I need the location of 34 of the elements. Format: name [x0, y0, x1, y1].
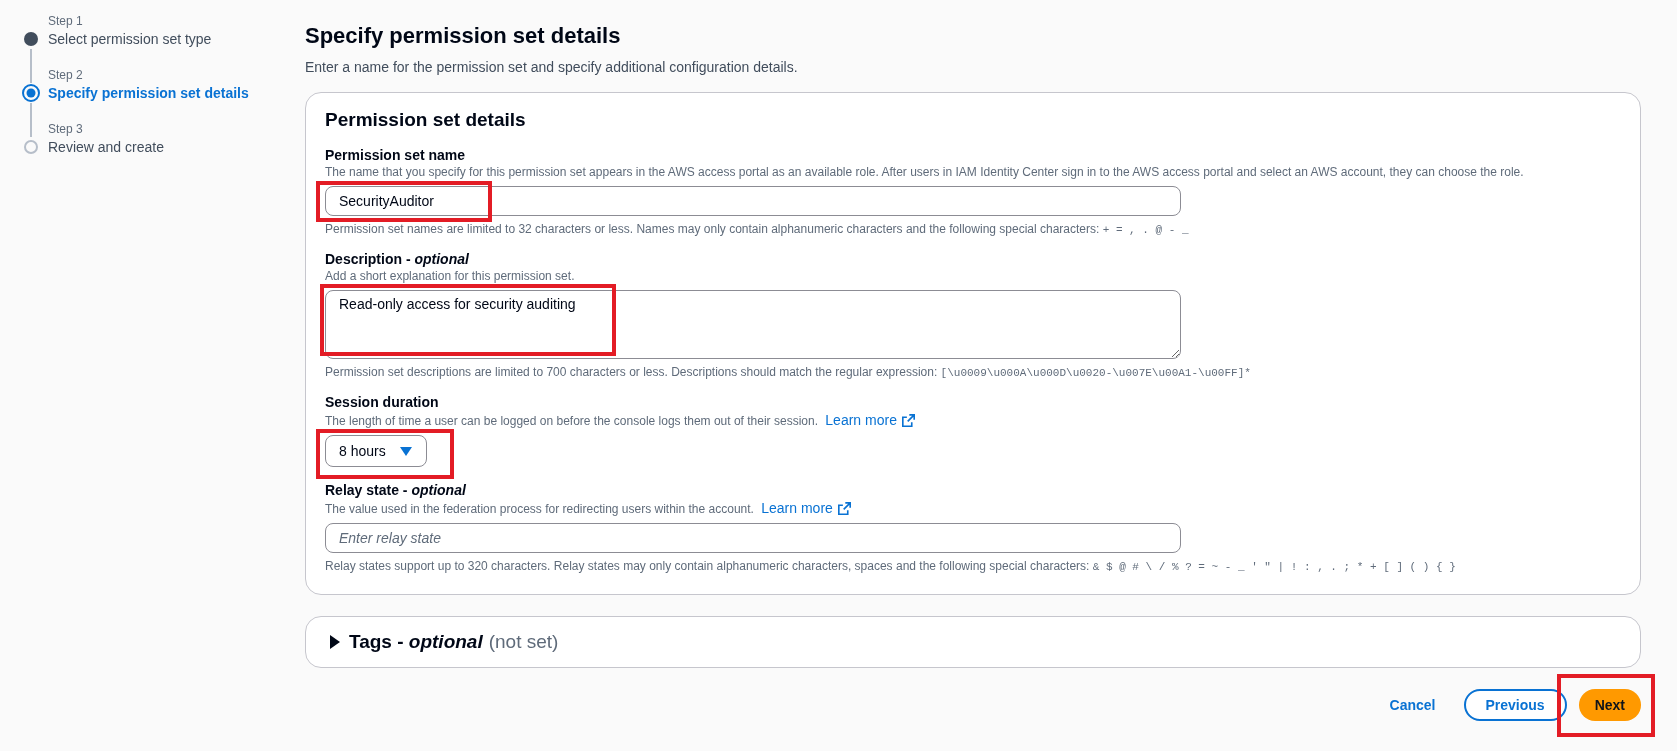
- secondary-button[interactable]: Previous: [1463, 689, 1567, 721]
- field-hint: Add a short explanation for this permission set.: [325, 268, 576, 284]
- step-number: Step 3: [48, 121, 84, 137]
- expand-section-header[interactable]: Tags - optional (not set): [330, 629, 559, 655]
- field-hint: The length of time a user can be logged on before the console logs them out of their session. Learn more: [325, 411, 1621, 429]
- caret-right-icon: [330, 635, 340, 649]
- field-constraint: Permission set names are limited to 32 characters or less. Names may only contain alphanumeric characters and the following special characters: + = , . @ - _: [325, 221, 1190, 238]
- input-field[interactable]: SecurityAuditor: [325, 186, 1181, 216]
- field-label: Description - optional: [325, 250, 470, 268]
- caret-down-icon: [399, 446, 412, 456]
- input-field[interactable]: Enter relay state: [325, 523, 1181, 553]
- textarea-field[interactable]: Read-only access for security auditing: [325, 290, 1181, 359]
- dropdown[interactable]: 8 hours: [325, 435, 427, 467]
- field-label: Relay state - optional: [325, 481, 467, 499]
- external-link-icon: [901, 413, 915, 427]
- text-link-button[interactable]: Cancel: [1373, 689, 1452, 721]
- field-label: Session duration: [325, 393, 440, 411]
- primary-button[interactable]: Next: [1578, 689, 1641, 721]
- panel-title: Permission set details: [325, 108, 527, 132]
- step-label[interactable]: Select permission set type: [48, 29, 305, 49]
- learn-more-link[interactable]: Learn more: [825, 411, 915, 429]
- step-number: Step 2: [48, 67, 84, 83]
- learn-more-link[interactable]: Learn more: [761, 499, 851, 517]
- field-constraint: Relay states support up to 320 characters. Relay states may only contain alphanumeric characters, spaces and the following special characters: & $ @ # \ / % ? = ~ - _ ' " | ! : , . ; * + [ ] ( ) { }: [325, 558, 1457, 575]
- page-description: Enter a name for the permission set and specify additional configuration details.: [305, 58, 799, 77]
- step-label[interactable]: Specify permission set details: [48, 83, 305, 103]
- external-link-icon: [837, 501, 851, 515]
- field-hint: The name that you specify for this permission set appears in the AWS access portal as an available role. After users in IAM Identity Center sign in to the AWS access portal and select an AWS account, they can choose the role.: [325, 164, 1525, 180]
- field-constraint: Permission set descriptions are limited to 700 characters or less. Descriptions should match the regular expression: [\u0009\u000A\u000D\u0020-\u007E\u00A1-\u00FF]*: [325, 364, 1252, 381]
- page-title: Specify permission set details: [305, 22, 622, 50]
- field-hint: The value used in the federation process for redirecting users within the account. Learn more: [325, 499, 1621, 517]
- step-label[interactable]: Review and create: [48, 137, 305, 157]
- step-number: Step 1: [48, 13, 84, 29]
- field-label: Permission set name: [325, 146, 467, 164]
